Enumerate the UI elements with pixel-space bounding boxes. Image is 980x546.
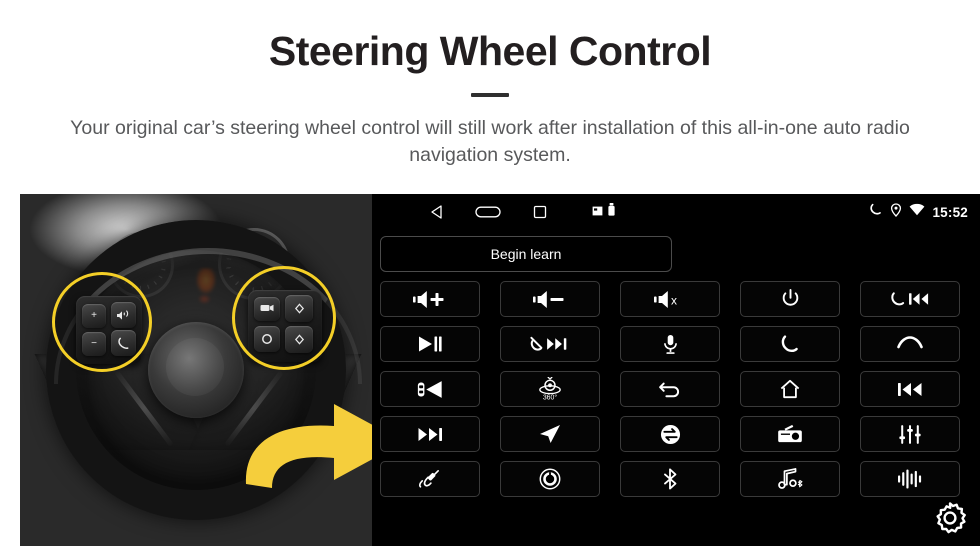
microphone-icon (663, 334, 678, 355)
right-controls-highlight-circle (232, 266, 336, 370)
svg-text:x: x (671, 293, 677, 307)
hangup-next-track-icon (529, 335, 571, 353)
volume-minus-icon (533, 290, 567, 309)
location-icon (890, 202, 902, 222)
mute-key[interactable]: x (620, 281, 720, 317)
status-bar-tray-group (592, 203, 615, 221)
camera-360-label: 360° (543, 394, 558, 401)
volume-down-key[interactable] (500, 281, 600, 317)
back-key[interactable] (620, 371, 720, 407)
swc-key-grid: x 360° (380, 281, 972, 497)
previous-track-icon (897, 381, 923, 398)
volume-plus-icon (413, 290, 447, 309)
next-track-key[interactable] (380, 416, 480, 452)
back-icon[interactable] (410, 205, 462, 219)
radio-icon (776, 424, 804, 444)
bluetooth-key[interactable] (620, 461, 720, 497)
source-switch-key[interactable] (620, 416, 720, 452)
home-icon[interactable] (462, 205, 514, 219)
equalizer-icon (899, 424, 921, 445)
phone-hangup-icon (896, 336, 924, 352)
status-bar-right-group: 15:52 (869, 194, 968, 230)
steering-wheel-photo: + − (20, 194, 372, 546)
phone-answer-icon (780, 334, 800, 354)
power-icon (781, 289, 800, 309)
begin-learn-label: Begin learn (490, 246, 562, 262)
aux-cable-icon (416, 469, 444, 489)
voice-key[interactable] (620, 326, 720, 362)
navigation-key[interactable] (500, 416, 600, 452)
clock-time: 15:52 (932, 204, 968, 220)
page-root: Steering Wheel Control Your original car… (0, 0, 980, 546)
sound-wave-icon (897, 469, 923, 489)
left-controls-highlight-circle (52, 272, 152, 372)
radio-key[interactable] (740, 416, 840, 452)
steering-wheel-hub (148, 322, 244, 418)
recents-icon[interactable] (514, 205, 566, 219)
volume-mute-icon: x (654, 290, 686, 309)
steering-wheel-photo-panel: + − (0, 194, 372, 546)
prev-track-key[interactable] (860, 371, 960, 407)
power-key[interactable] (740, 281, 840, 317)
car-camera-icon (416, 379, 444, 400)
page-title: Steering Wheel Control (268, 28, 712, 74)
usb-icon (608, 203, 615, 221)
camera-360-icon: 360° (535, 377, 565, 401)
end-call-key[interactable] (860, 326, 960, 362)
source-switch-icon (660, 424, 681, 445)
navigation-arrow-icon (539, 424, 561, 444)
house-icon (779, 379, 801, 399)
wifi-icon (909, 203, 925, 221)
phone-icon (869, 203, 883, 222)
sd-card-icon (592, 203, 603, 221)
begin-learn-button[interactable]: Begin learn (380, 236, 672, 272)
aux-key[interactable] (380, 461, 480, 497)
equalizer-key[interactable] (860, 416, 960, 452)
rear-camera-key[interactable] (380, 371, 480, 407)
answer-call-key[interactable] (740, 326, 840, 362)
return-arrow-icon (658, 380, 682, 398)
bluetooth-music-key[interactable] (740, 461, 840, 497)
content-area: + − 15:52 Begin learn x 360° (0, 194, 980, 546)
volume-up-key[interactable] (380, 281, 480, 317)
gear-icon (932, 500, 968, 541)
airbag-cover (166, 338, 224, 396)
status-bar: 15:52 (372, 194, 980, 230)
page-subtitle: Your original car’s steering wheel contr… (70, 117, 910, 166)
camera-360-key[interactable]: 360° (500, 371, 600, 407)
answer-prev-key[interactable] (860, 281, 960, 317)
page-header: Steering Wheel Control Your original car… (0, 0, 980, 169)
title-divider (471, 93, 509, 98)
phone-prev-track-icon (890, 290, 930, 308)
hangup-next-key[interactable] (500, 326, 600, 362)
rotary-dial-icon (539, 468, 561, 490)
play-pause-key[interactable] (380, 326, 480, 362)
home-key[interactable] (740, 371, 840, 407)
dial-key[interactable] (500, 461, 600, 497)
head-unit-screen: 15:52 Begin learn x 360° (372, 194, 980, 546)
status-bar-nav-group (372, 203, 615, 221)
bluetooth-icon (662, 468, 678, 490)
next-track-icon (417, 426, 443, 443)
bluetooth-music-icon (776, 468, 804, 490)
play-pause-icon (417, 335, 443, 353)
settings-button[interactable] (930, 500, 970, 540)
voice-assistant-key[interactable] (860, 461, 960, 497)
